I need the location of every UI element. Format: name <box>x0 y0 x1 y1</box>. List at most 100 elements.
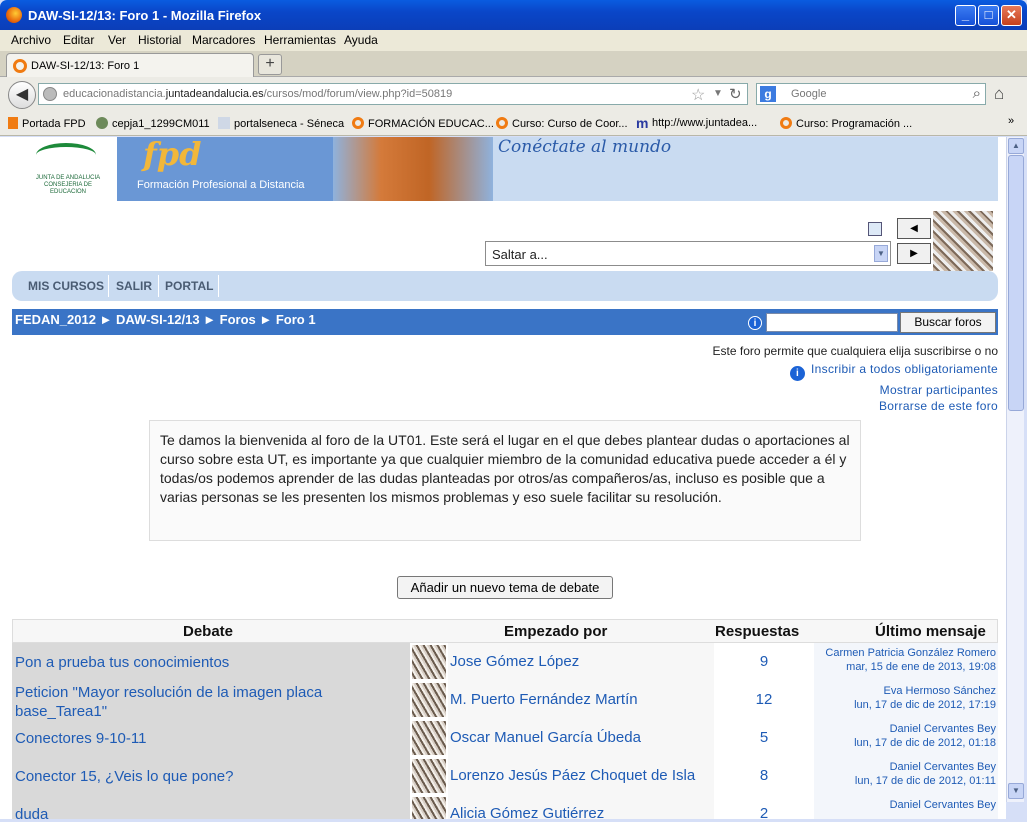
replies-link[interactable]: 2 <box>714 805 814 819</box>
topic-link[interactable]: Conectores 9-10-11 <box>15 729 405 748</box>
close-button[interactable]: ✕ <box>1001 5 1022 26</box>
menu-ayuda[interactable]: Ayuda <box>344 33 378 47</box>
bookmark-programacion[interactable]: Curso: Programación ... <box>780 117 912 130</box>
url-dropdown-icon[interactable]: ▼ <box>713 88 723 99</box>
junta-text: JUNTA DE ANDALUCIA CONSEJERIA DE EDUCACI… <box>35 175 101 195</box>
window-icon[interactable] <box>868 222 882 236</box>
author-link[interactable]: Lorenzo Jesús Páez Choquet de Isla <box>450 767 695 784</box>
author-link[interactable]: Alicia Gómez Gutiérrez <box>450 805 604 819</box>
replies-link[interactable]: 5 <box>714 729 814 746</box>
prev-button[interactable]: ◀ <box>897 218 931 239</box>
menu-mis-cursos[interactable]: MIS CURSOS <box>28 279 104 293</box>
maximize-button[interactable]: □ <box>978 5 999 26</box>
leaf-icon <box>96 117 108 129</box>
search-placeholder: Google <box>791 88 827 100</box>
vertical-scrollbar[interactable]: ▲ ▼ <box>1006 137 1024 802</box>
back-button[interactable]: ◀ <box>8 81 36 109</box>
menu-salir[interactable]: SALIR <box>116 279 152 293</box>
subscription-notice: Este foro permite que cualquiera elija s… <box>712 344 998 358</box>
author-link[interactable]: M. Puerto Fernández Martín <box>450 691 638 708</box>
last-author-link[interactable]: Eva Hermoso Sánchez <box>884 685 997 697</box>
menu-ver[interactable]: Ver <box>108 33 126 47</box>
menu-portal[interactable]: PORTAL <box>165 279 213 293</box>
last-author-link[interactable]: Daniel Cervantes Bey <box>890 723 996 735</box>
reload-icon[interactable]: ↻ <box>729 85 742 103</box>
bookmark-juntadea[interactable]: m http://www.juntadea... <box>636 116 757 130</box>
last-author-link[interactable]: Daniel Cervantes Bey <box>890 761 996 773</box>
replies-link[interactable]: 8 <box>714 767 814 784</box>
junta-emblem-icon <box>36 143 96 167</box>
last-date-link[interactable]: lun, 17 de dic de 2012, 01:18 <box>854 737 996 749</box>
breadcrumb-bar: FEDAN_2012 ► DAW-SI-12/13 ► Foros ► Foro… <box>12 309 998 335</box>
last-date-link[interactable]: lun, 17 de dic de 2012, 01:11 <box>855 775 996 787</box>
menu-editar[interactable]: Editar <box>63 33 94 47</box>
author-link[interactable]: Oscar Manuel García Úbeda <box>450 729 641 746</box>
header-debate[interactable]: Debate <box>183 623 233 640</box>
bookmark-portada-fpd[interactable]: Portada FPD <box>8 117 86 130</box>
tab-foro[interactable]: DAW-SI-12/13: Foro 1 <box>6 53 254 77</box>
author-avatar[interactable] <box>412 759 446 793</box>
scroll-down-icon[interactable]: ▼ <box>1008 783 1024 799</box>
unsubscribe-link[interactable]: Borrarse de este foro <box>879 399 998 413</box>
replies-link[interactable]: 12 <box>714 691 814 708</box>
bookmark-curso-coor[interactable]: Curso: Curso de Coor... <box>496 117 628 130</box>
replies-link[interactable]: 9 <box>714 653 814 670</box>
user-avatar[interactable] <box>933 211 993 271</box>
window-titlebar: DAW-SI-12/13: Foro 1 - Mozilla Firefox _… <box>0 0 1027 30</box>
menu-historial[interactable]: Historial <box>138 33 181 47</box>
bookmarks-overflow-icon[interactable]: » <box>1008 115 1014 127</box>
author-avatar[interactable] <box>412 683 446 717</box>
show-participants-link[interactable]: Mostrar participantes <box>880 383 998 397</box>
header-replies[interactable]: Respuestas <box>715 623 799 640</box>
bookmark-cepja1[interactable]: cepja1_1299CM011 <box>96 117 210 130</box>
search-icon[interactable]: ⌕ <box>973 85 981 102</box>
fpd-logo-text: fpd <box>143 137 202 173</box>
table-row: duda Alicia Gómez Gutiérrez 2 Daniel Cer… <box>12 795 998 819</box>
scrollbar-thumb[interactable] <box>1008 155 1024 411</box>
banner-slogan: Conéctate al mundo <box>498 137 672 157</box>
moodle-icon <box>352 117 364 129</box>
url-bar[interactable]: educacionadistancia.juntadeandalucia.es/… <box>38 83 748 105</box>
last-author-link[interactable]: Carmen Patricia González Romero <box>825 647 996 659</box>
next-button[interactable]: ▶ <box>897 243 931 264</box>
author-avatar[interactable] <box>412 645 446 679</box>
force-subscribe-link[interactable]: i Inscribir a todos obligatoriamente <box>790 362 998 381</box>
author-avatar[interactable] <box>412 797 446 819</box>
info-icon: i <box>790 366 806 381</box>
header-started-by[interactable]: Empezado por <box>504 623 607 640</box>
table-row: Pon a prueba tus conocimientos Jose Góme… <box>12 643 998 681</box>
topic-link[interactable]: duda <box>15 805 405 819</box>
new-tab-button[interactable]: + <box>258 54 282 75</box>
scroll-up-icon[interactable]: ▲ <box>1008 138 1024 154</box>
menu-marcadores[interactable]: Marcadores <box>192 33 255 47</box>
menu-divider <box>218 275 219 297</box>
author-avatar[interactable] <box>412 721 446 755</box>
author-link[interactable]: Jose Gómez López <box>450 653 579 670</box>
fpd-subtitle: Formación Profesional a Distancia <box>137 179 305 191</box>
search-bar[interactable]: g Google ⌕ <box>756 83 986 105</box>
last-date-link[interactable]: lun, 17 de dic de 2012, 17:19 <box>854 699 996 711</box>
topic-link[interactable]: Pon a prueba tus conocimientos <box>15 653 405 672</box>
bookmark-seneca[interactable]: portalseneca - Séneca <box>218 117 344 130</box>
chevron-down-icon[interactable]: ▼ <box>874 245 888 262</box>
search-forums-button[interactable]: Buscar foros <box>900 312 996 333</box>
bookmark-star-icon[interactable]: ☆ <box>691 85 705 105</box>
home-icon[interactable]: ⌂ <box>994 84 1004 104</box>
menu-archivo[interactable]: Archivo <box>11 33 51 47</box>
add-topic-button[interactable]: Añadir un nuevo tema de debate <box>397 576 613 599</box>
minimize-button[interactable]: _ <box>955 5 976 26</box>
breadcrumb[interactable]: FEDAN_2012 ► DAW-SI-12/13 ► Foros ► Foro… <box>15 312 316 327</box>
topic-link[interactable]: Peticion "Mayor resolución de la imagen … <box>15 683 405 721</box>
jump-to-select[interactable]: Saltar a... ▼ <box>485 241 891 266</box>
google-icon[interactable]: g <box>760 86 776 102</box>
topic-link[interactable]: Conector 15, ¿Veis lo que pone? <box>15 767 405 786</box>
menu-herramientas[interactable]: Herramientas <box>264 33 336 47</box>
last-date-link[interactable]: mar, 15 de ene de 2013, 19:08 <box>846 661 996 673</box>
info-icon[interactable]: i <box>748 316 762 330</box>
moodle-icon <box>496 117 508 129</box>
main-menu: MIS CURSOS SALIR PORTAL <box>12 271 998 301</box>
bookmark-formacion[interactable]: FORMACIÓN EDUCAC... <box>352 117 494 130</box>
header-last-post[interactable]: Último mensaje <box>875 623 986 640</box>
last-author-link[interactable]: Daniel Cervantes Bey <box>890 799 996 811</box>
forum-search-input[interactable] <box>766 313 898 332</box>
